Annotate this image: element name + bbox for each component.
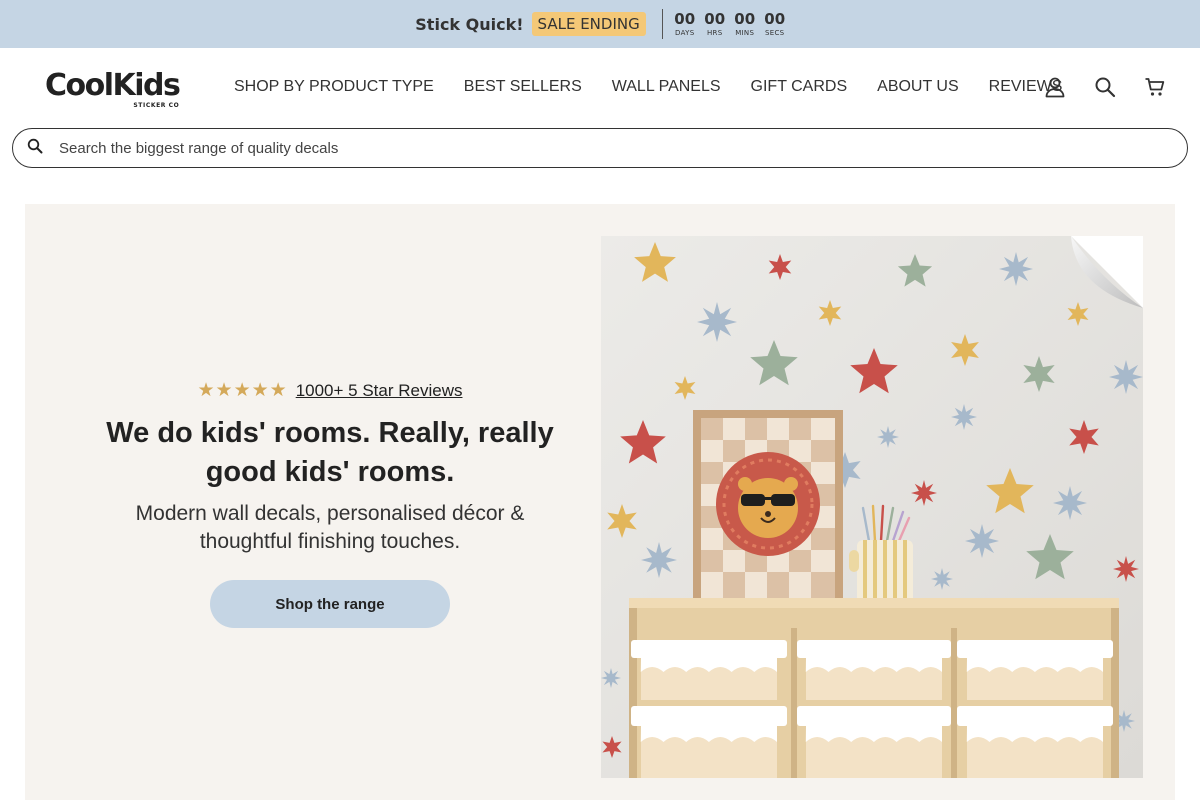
countdown-seconds: 00 SECS [764,10,786,37]
countdown-value: 00 [734,10,756,28]
announcement-text: Stick Quick! [415,14,524,34]
nav-gift-cards[interactable]: GIFT CARDS [736,78,863,96]
hero-section: ★★★★★ 1000+ 5 Star Reviews We do kids' r… [25,204,1175,800]
nav-about-us[interactable]: ABOUT US [862,78,974,96]
countdown-value: 00 [674,10,696,28]
nav-wall-panels[interactable]: WALL PANELS [597,78,736,96]
announcement-bar: Stick Quick! SALE ENDING 00 DAYS 00 HRS … [0,0,1200,48]
main-nav: SHOP BY PRODUCT TYPE BEST SELLERS WALL P… [219,78,1077,96]
reviews-link[interactable]: 1000+ 5 Star Reviews [296,381,463,401]
hero-image [601,236,1143,778]
logo-tagline: STICKER CO [133,102,180,109]
countdown-minutes: 00 MINS [734,10,756,37]
countdown-label: MINS [735,29,755,37]
search-icon[interactable] [1094,76,1116,98]
search-bar [12,128,1188,168]
logo-wordmark: CoolKids [45,68,181,103]
countdown-timer: 00 DAYS 00 HRS 00 MINS 00 SECS [674,10,786,37]
hero-title: We do kids' rooms. Really, really good k… [106,417,554,488]
cart-icon[interactable] [1144,76,1166,98]
countdown-divider [661,9,663,39]
sale-badge: SALE ENDING [531,12,646,36]
star-rating: ★★★★★ [197,380,288,401]
kids-room-illustration [601,236,1143,778]
countdown-days: 00 DAYS [674,10,696,37]
shop-the-range-button[interactable]: Shop the range [210,580,450,628]
search-input[interactable] [59,139,1139,157]
countdown-label: SECS [765,29,785,37]
countdown-value: 00 [764,10,786,28]
reviews-row: ★★★★★ 1000+ 5 Star Reviews [198,379,463,402]
logo[interactable]: CoolKids STICKER CO [45,68,181,110]
hero-text: ★★★★★ 1000+ 5 Star Reviews We do kids' r… [105,379,555,628]
site-header: CoolKids STICKER CO SHOP BY PRODUCT TYPE… [0,48,1200,128]
countdown-label: HRS [706,29,723,37]
nav-shop-by-product-type[interactable]: SHOP BY PRODUCT TYPE [219,78,449,96]
header-icons [1044,76,1166,98]
countdown-value: 00 [704,10,726,28]
countdown-hours: 00 HRS [704,10,726,37]
hero-subtitle: Modern wall decals, personalised décor &… [135,502,525,553]
search-icon [27,138,43,159]
nav-best-sellers[interactable]: BEST SELLERS [449,78,597,96]
account-icon[interactable] [1044,76,1066,98]
countdown-label: DAYS [675,29,695,37]
